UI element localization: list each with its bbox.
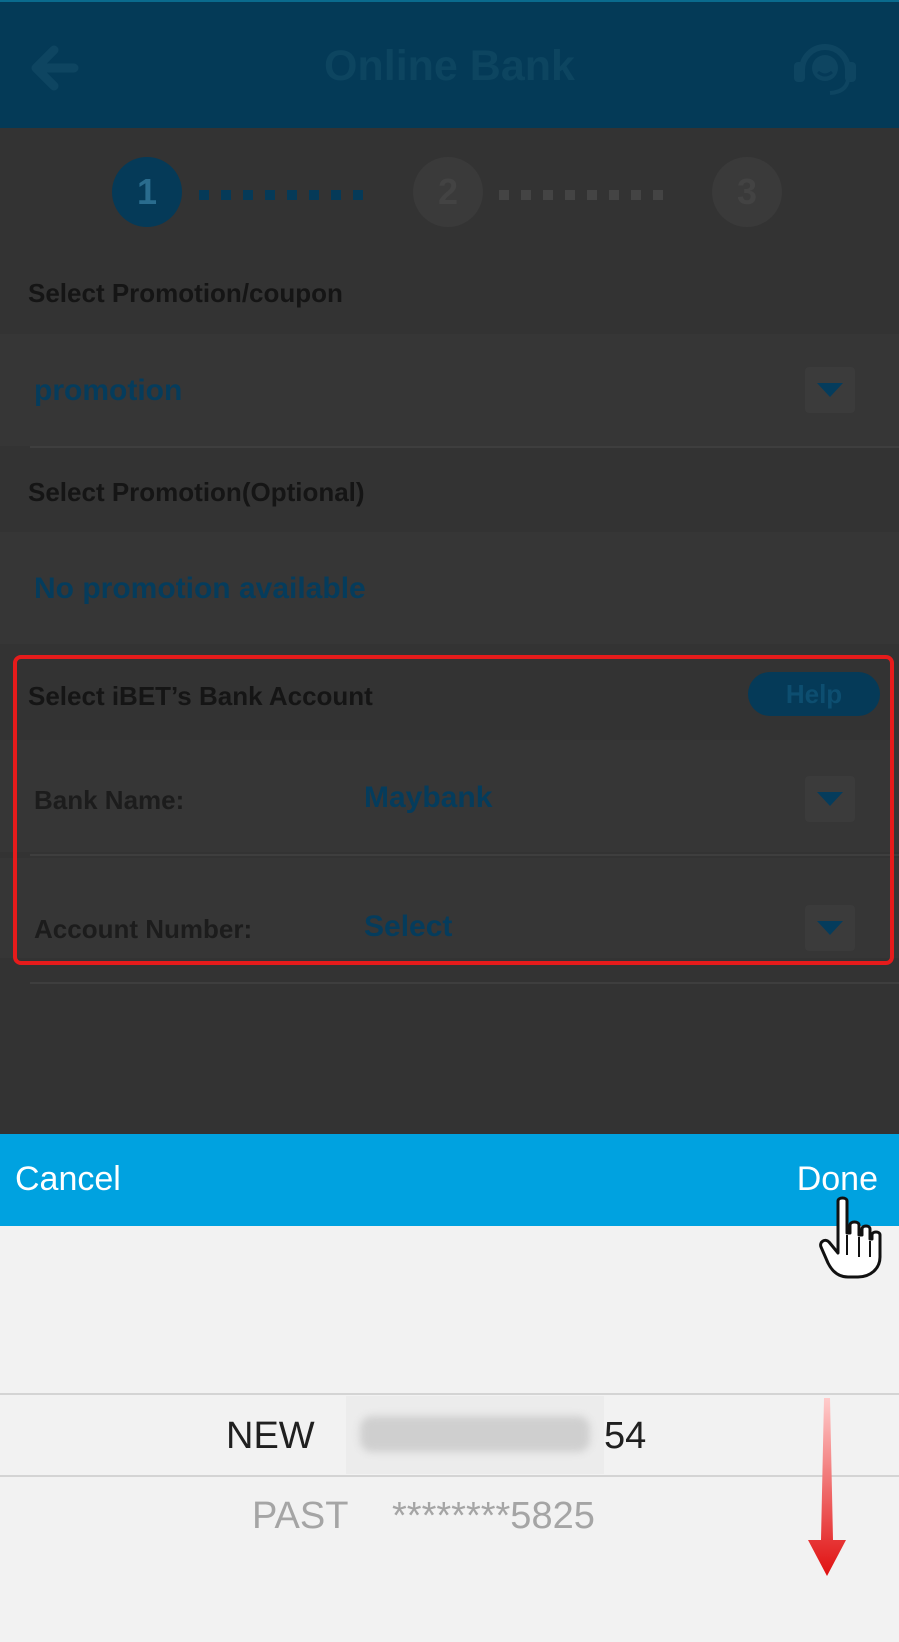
app-header: Online Bank: [0, 0, 899, 128]
step-1-indicator: 1: [112, 157, 182, 227]
divider: [30, 446, 899, 448]
promotion-coupon-value: promotion: [34, 374, 183, 407]
arrow-down-icon: [808, 1398, 846, 1576]
picker-row-type[interactable]: PAST: [252, 1495, 348, 1538]
picker-row-account[interactable]: ********5825: [392, 1495, 595, 1538]
picker-toolbar: Cancel Done: [0, 1134, 899, 1226]
picker-selection-line: [0, 1393, 899, 1395]
highlight-box: [13, 655, 894, 965]
picker-row-account[interactable]: 54: [604, 1415, 646, 1458]
done-button[interactable]: Done: [797, 1160, 878, 1199]
picker-row-type[interactable]: NEW: [226, 1415, 315, 1458]
promotion-coupon-label: Select Promotion/coupon: [28, 278, 343, 308]
divider: [30, 982, 899, 984]
headset-icon[interactable]: [790, 36, 860, 100]
step-3-indicator: 3: [712, 157, 782, 227]
picker-selection-line: [0, 1475, 899, 1477]
step-2-indicator: 2: [413, 157, 483, 227]
promotion-optional-value: No promotion available: [34, 572, 366, 605]
page-title: Online Bank: [324, 42, 575, 90]
redacted-account-number: [346, 1396, 604, 1474]
step-connector: [499, 187, 675, 200]
step-connector: [199, 187, 375, 200]
promotion-optional-label: Select Promotion(Optional): [28, 477, 365, 507]
hand-pointer-icon: [819, 1196, 882, 1279]
cancel-button[interactable]: Cancel: [15, 1160, 121, 1199]
chevron-down-icon[interactable]: [805, 367, 855, 413]
